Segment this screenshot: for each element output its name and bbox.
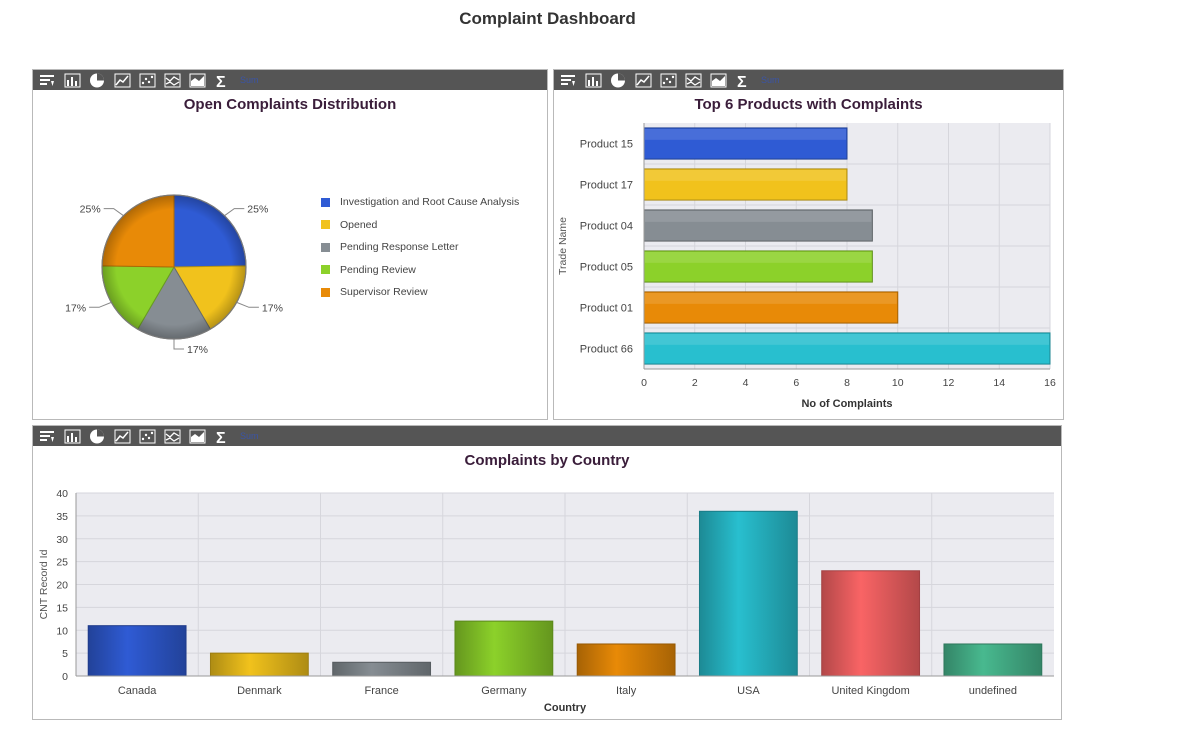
- y-tick-label: Product 04: [580, 221, 633, 233]
- x-tick-label: 10: [892, 377, 904, 389]
- bar: [332, 661, 432, 677]
- bar-highlight: [645, 128, 846, 140]
- y-tick-label: Product 01: [580, 303, 633, 315]
- x-tick-label: Canada: [118, 685, 157, 697]
- x-tick-label: 4: [743, 377, 749, 389]
- bar-highlight: [645, 210, 872, 222]
- legend-label: Investigation and Root Cause Analysis: [340, 196, 520, 209]
- legend-label: Opened: [340, 218, 378, 231]
- x-tick-label: France: [365, 685, 399, 697]
- y-tick-label: 5: [62, 648, 68, 660]
- legend-swatch: [321, 197, 330, 207]
- x-tick-label: Germany: [481, 685, 527, 697]
- bar-highlight: [645, 169, 846, 181]
- x-tick-label: 16: [1044, 377, 1056, 389]
- bar-highlight: [645, 251, 872, 263]
- pie-shading: [102, 195, 246, 339]
- legend-item[interactable]: Investigation and Root Cause Analysis: [321, 191, 519, 214]
- pie-leader-line: [224, 208, 245, 217]
- y-tick-label: 0: [62, 671, 68, 683]
- legend-item[interactable]: Pending Review: [321, 259, 519, 282]
- y-tick-label: 15: [56, 602, 68, 614]
- bar: [576, 643, 676, 677]
- legend-label: Pending Review: [340, 263, 416, 276]
- x-tick-label: 12: [943, 377, 955, 389]
- pie-leader-line: [173, 339, 184, 350]
- pie-value-label: 17%: [187, 344, 208, 356]
- x-tick-label: 0: [641, 377, 647, 389]
- y-tick-label: Product 15: [580, 139, 633, 151]
- pie-leader-line: [103, 208, 124, 217]
- y-tick-label: Product 66: [580, 344, 633, 356]
- x-tick-label: undefined: [969, 685, 1017, 697]
- y-axis-label: Trade Name: [557, 217, 569, 275]
- legend-swatch: [321, 287, 330, 297]
- pie-leader-line: [89, 301, 112, 308]
- y-tick-label: 40: [56, 488, 68, 500]
- products-bar-chart: 0 2 4 6 8 10 12 14 16 Product 15 Product 17 Product…: [557, 123, 1056, 410]
- pie-value-label: 17%: [262, 302, 283, 314]
- y-tick-label: 10: [56, 625, 68, 637]
- country-chart-panel: Σ Sum Complaints by Country 0 5 10 15 20 25 30 3…: [32, 425, 1062, 720]
- country-bar-chart: 0 5 10 15 20 25 30 35 40 Canada Denmark France Germa…: [38, 488, 1054, 714]
- legend-item[interactable]: Supervisor Review: [321, 281, 519, 304]
- bar: [943, 643, 1043, 677]
- x-tick-label: United Kingdom: [831, 685, 909, 697]
- chart-legend: Investigation and Root Cause Analysis Ope…: [321, 191, 519, 304]
- legend-item[interactable]: Opened: [321, 214, 519, 237]
- pie-leader-line: [236, 301, 259, 308]
- pie-value-label: 25%: [247, 204, 268, 216]
- legend-swatch: [321, 220, 330, 230]
- pie-value-label: 25%: [80, 204, 101, 216]
- pie-value-label: 17%: [65, 302, 86, 314]
- x-tick-label: Denmark: [237, 685, 282, 697]
- x-tick-label: Italy: [616, 685, 637, 697]
- x-axis-label: No of Complaints: [801, 398, 892, 410]
- legend-label: Pending Response Letter: [340, 241, 459, 254]
- x-tick-label: USA: [737, 685, 760, 697]
- bar: [209, 652, 309, 677]
- legend-item[interactable]: Pending Response Letter: [321, 236, 519, 259]
- y-tick-label: 35: [56, 511, 68, 523]
- legend-swatch: [321, 242, 330, 252]
- y-tick-label: 30: [56, 534, 68, 546]
- y-tick-label: Product 17: [580, 180, 633, 192]
- bar: [454, 620, 554, 677]
- x-tick-label: 14: [993, 377, 1005, 389]
- y-tick-label: 20: [56, 580, 68, 592]
- products-chart-panel: Σ Sum Top 6 Products with Complaints 0246…: [553, 69, 1064, 420]
- bar: [698, 510, 798, 677]
- x-tick-label: 2: [692, 377, 698, 389]
- bar: [821, 570, 921, 677]
- x-tick-label: 6: [793, 377, 799, 389]
- y-tick-label: 25: [56, 557, 68, 569]
- y-axis-label: CNT Record Id: [38, 549, 50, 619]
- legend-swatch: [321, 265, 330, 275]
- legend-label: Supervisor Review: [340, 286, 428, 299]
- pie-chart-panel: Σ Sum Open Complaints Distribution 25% 17%…: [32, 69, 548, 420]
- y-tick-label: Product 05: [580, 262, 633, 274]
- page-title: Complaint Dashboard: [459, 9, 636, 28]
- bar-highlight: [645, 292, 897, 304]
- x-tick-label: 8: [844, 377, 850, 389]
- bar: [87, 625, 187, 677]
- bar-highlight: [645, 333, 1049, 345]
- x-axis-label: Country: [544, 702, 587, 714]
